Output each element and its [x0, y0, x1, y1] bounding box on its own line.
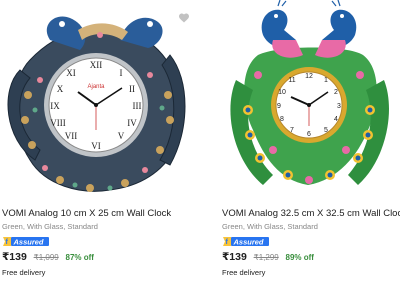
- assured-badge: f Assured: [3, 237, 49, 246]
- svg-text:5: 5: [324, 127, 328, 134]
- svg-text:V: V: [118, 131, 125, 141]
- svg-text:X: X: [57, 84, 64, 94]
- product-title[interactable]: VOMI Analog 32.5 cm X 32.5 cm Wall Clock: [222, 208, 400, 219]
- product-subtitle: Green, With Glass, Standard: [222, 222, 318, 231]
- product-title[interactable]: VOMI Analog 10 cm X 25 cm Wall Clock: [2, 208, 171, 219]
- product-image[interactable]: 12 1 2 3 4 5 6 7 8 9 10 11: [218, 0, 400, 200]
- heart-icon[interactable]: [178, 12, 190, 24]
- svg-text:IV: IV: [127, 118, 137, 128]
- delivery-info: Free delivery: [2, 268, 46, 277]
- discount: 87% off: [65, 253, 94, 262]
- svg-text:VII: VII: [65, 131, 78, 141]
- svg-text:7: 7: [290, 127, 294, 134]
- mrp: ₹1,099: [33, 253, 59, 262]
- svg-text:11: 11: [288, 77, 295, 84]
- assured-badge: f Assured: [223, 237, 269, 246]
- svg-text:Assured: Assured: [233, 237, 264, 246]
- svg-text:Assured: Assured: [13, 237, 44, 246]
- dial-brand: Ajanta: [87, 84, 105, 90]
- product-image[interactable]: XII I II III IV V VI VII VIII IX X XI Aj…: [0, 0, 192, 200]
- svg-text:VI: VI: [91, 141, 101, 151]
- svg-text:IX: IX: [50, 101, 60, 111]
- delivery-info: Free delivery: [222, 268, 266, 277]
- price: ₹139: [222, 251, 247, 263]
- svg-text:I: I: [120, 68, 123, 78]
- svg-text:XII: XII: [90, 60, 103, 70]
- svg-text:9: 9: [277, 103, 281, 110]
- price-row: ₹139 ₹1,299 89% off: [222, 251, 314, 263]
- svg-text:2: 2: [334, 89, 338, 96]
- discount: 89% off: [285, 253, 314, 262]
- svg-text:VIII: VIII: [50, 118, 66, 128]
- svg-text:II: II: [129, 84, 135, 94]
- product-card[interactable]: XII I II III IV V VI VII VIII IX X XI Aj…: [0, 0, 192, 286]
- svg-text:1: 1: [324, 77, 328, 84]
- svg-text:XI: XI: [66, 68, 76, 78]
- product-subtitle: Green, With Glass, Standard: [2, 222, 98, 231]
- svg-text:6: 6: [307, 131, 311, 138]
- svg-text:4: 4: [334, 116, 338, 123]
- svg-text:8: 8: [280, 116, 284, 123]
- svg-text:12: 12: [305, 73, 313, 80]
- product-card[interactable]: 12 1 2 3 4 5 6 7 8 9 10 11 VOMI Analog 3…: [218, 0, 400, 286]
- svg-text:3: 3: [337, 103, 341, 110]
- svg-text:III: III: [133, 101, 142, 111]
- svg-text:10: 10: [278, 89, 286, 96]
- price: ₹139: [2, 251, 27, 263]
- price-row: ₹139 ₹1,099 87% off: [2, 251, 94, 263]
- mrp: ₹1,299: [253, 253, 279, 262]
